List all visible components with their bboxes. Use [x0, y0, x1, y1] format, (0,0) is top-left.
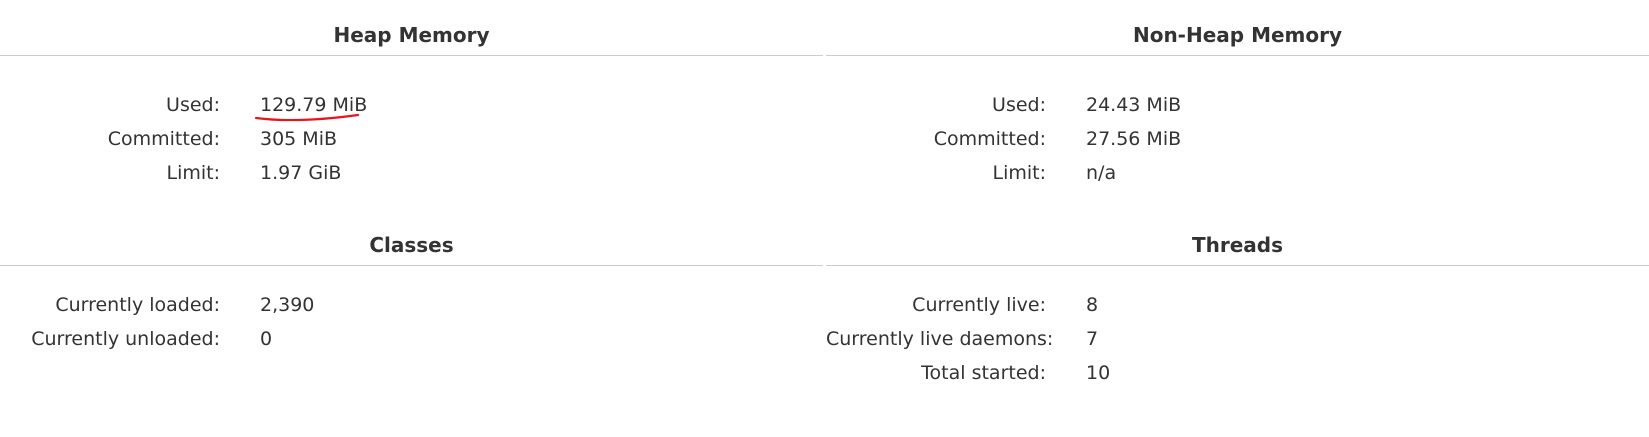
heap-limit-value: 1.97 GiB — [260, 162, 342, 184]
threads-started-row: Total started: 10 — [826, 356, 1649, 390]
non-heap-memory-divider — [826, 55, 1649, 56]
threads-started-label: Total started: — [921, 362, 1046, 384]
non-heap-limit-row: Limit: n/a — [826, 156, 1649, 190]
heap-limit-label: Limit: — [166, 162, 220, 184]
classes-loaded-row: Currently loaded: 2,390 — [0, 288, 823, 322]
threads-daemons-row: Currently live daemons: 7 — [826, 322, 1649, 356]
non-heap-committed-label: Committed: — [933, 128, 1046, 150]
threads-title: Threads — [1191, 233, 1284, 257]
threads-panel: Threads Currently live: 8 Currently live… — [826, 230, 1649, 410]
heap-committed-label: Committed: — [107, 128, 220, 150]
heap-memory-divider — [0, 55, 823, 56]
classes-unloaded-label: Currently unloaded: — [31, 328, 220, 350]
classes-title: Classes — [369, 233, 454, 257]
classes-unloaded-row: Currently unloaded: 0 — [0, 322, 823, 356]
threads-started-value: 10 — [1086, 362, 1111, 384]
threads-live-row: Currently live: 8 — [826, 288, 1649, 322]
heap-used-row: Used: 129.79 MiB — [0, 88, 823, 122]
non-heap-used-row: Used: 24.43 MiB — [826, 88, 1649, 122]
non-heap-memory-panel: Non-Heap Memory Used: 24.43 MiB Committe… — [826, 20, 1649, 200]
threads-daemons-label: Currently live daemons: — [826, 328, 1054, 350]
classes-unloaded-value: 0 — [260, 328, 273, 350]
classes-loaded-value: 2,390 — [260, 294, 315, 316]
classes-divider — [0, 265, 823, 266]
non-heap-memory-title: Non-Heap Memory — [1132, 23, 1343, 47]
threads-live-value: 8 — [1086, 294, 1099, 316]
heap-committed-row: Committed: 305 MiB — [0, 122, 823, 156]
non-heap-committed-value: 27.56 MiB — [1086, 128, 1182, 150]
threads-divider — [826, 265, 1649, 266]
heap-limit-row: Limit: 1.97 GiB — [0, 156, 823, 190]
heap-memory-title: Heap Memory — [333, 23, 490, 47]
heap-used-value: 129.79 MiB — [260, 94, 368, 116]
heap-used-label: Used: — [166, 94, 220, 116]
threads-daemons-value: 7 — [1086, 328, 1099, 350]
non-heap-committed-row: Committed: 27.56 MiB — [826, 122, 1649, 156]
heap-committed-value: 305 MiB — [260, 128, 338, 150]
non-heap-limit-label: Limit: — [992, 162, 1046, 184]
threads-live-label: Currently live: — [912, 294, 1046, 316]
heap-memory-panel: Heap Memory Used: 129.79 MiB Committed: … — [0, 20, 823, 200]
classes-panel: Classes Currently loaded: 2,390 Currentl… — [0, 230, 823, 410]
non-heap-used-value: 24.43 MiB — [1086, 94, 1182, 116]
non-heap-used-label: Used: — [992, 94, 1046, 116]
non-heap-limit-value: n/a — [1086, 162, 1117, 184]
classes-loaded-label: Currently loaded: — [55, 294, 220, 316]
